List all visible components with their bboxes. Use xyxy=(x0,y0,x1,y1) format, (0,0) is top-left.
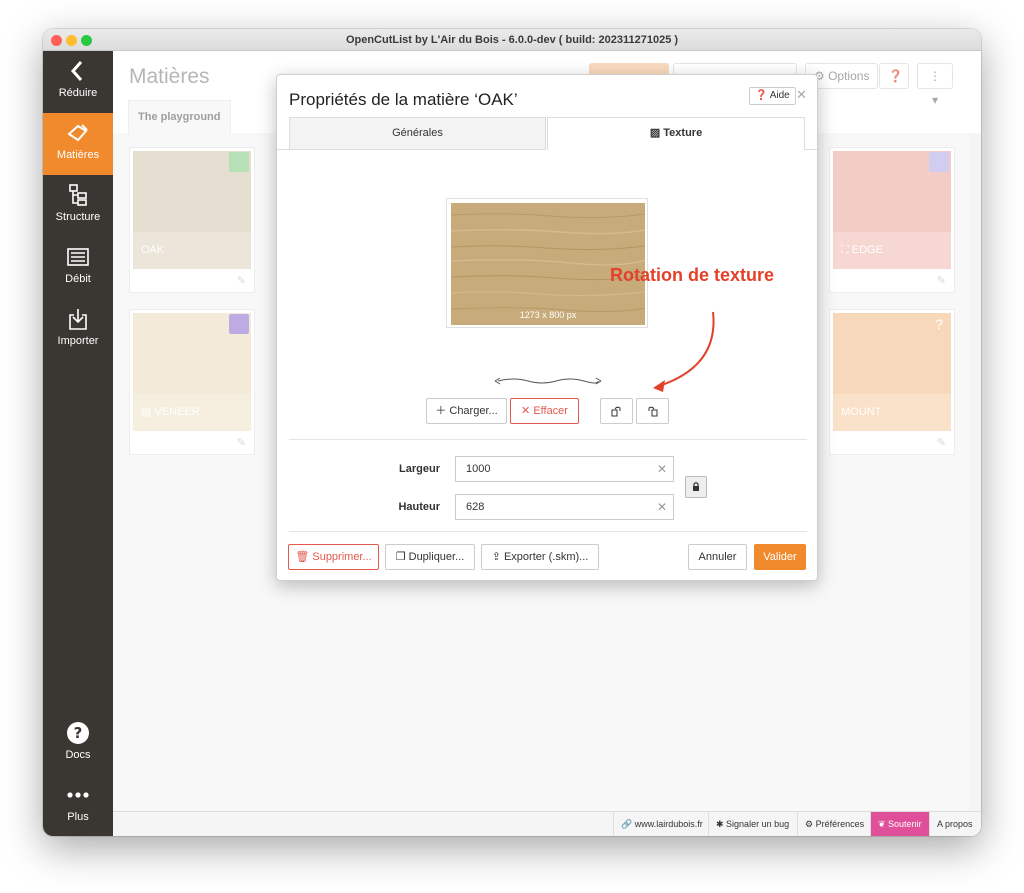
clear-texture-button[interactable]: ✕ Effacer xyxy=(510,398,579,424)
help-icon: ❓ xyxy=(755,90,770,101)
rotate-left-button[interactable] xyxy=(600,398,633,424)
sidebar-item-label: Réduire xyxy=(58,87,98,99)
footer-divider xyxy=(289,531,807,532)
annotation-arrow xyxy=(653,311,715,392)
height-value: 628 xyxy=(466,501,485,513)
sidebar-item-matieres[interactable]: Matières xyxy=(43,113,113,175)
bug-icon: ✱ xyxy=(716,819,727,829)
sidebar: Réduire Matières Structure Débit Importe… xyxy=(43,51,113,836)
sidebar-item-docs[interactable]: ? Docs xyxy=(43,713,113,775)
preferences-label: Préférences xyxy=(815,819,865,829)
support-button[interactable]: ❦ Soutenir xyxy=(870,812,929,836)
link-icon: 🔗 xyxy=(621,819,635,829)
help-label: Aide xyxy=(769,90,790,101)
sidebar-item-label: Structure xyxy=(55,211,101,223)
delete-label: Supprimer... xyxy=(312,551,372,563)
ok-button[interactable]: Valider xyxy=(754,544,806,570)
width-label: Largeur xyxy=(399,463,440,475)
wood-grain-pattern xyxy=(451,203,645,325)
texture-preview: 1273 x 800 px xyxy=(446,198,648,328)
trash-icon: 🗑 xyxy=(295,551,313,563)
support-label: Soutenir xyxy=(888,819,922,829)
clear-label: Effacer xyxy=(533,405,568,417)
title-bar: OpenCutList by L'Air du Bois - 6.0.0-dev… xyxy=(43,29,981,51)
width-value: 1000 xyxy=(466,463,491,475)
height-input[interactable]: 628 ✕ xyxy=(455,494,674,520)
clear-field-icon[interactable]: ✕ xyxy=(657,495,667,519)
sidebar-item-reduire[interactable]: Réduire xyxy=(43,51,113,113)
cutlist-icon xyxy=(67,248,89,266)
zoom-window-icon[interactable] xyxy=(81,35,92,46)
gear-icon: ⚙ xyxy=(805,819,816,829)
chevron-left-icon xyxy=(70,61,83,81)
sidebar-item-label: Importer xyxy=(57,335,99,347)
export-label: Exporter (.skm)... xyxy=(503,551,589,563)
rotate-right-icon xyxy=(648,406,657,417)
tab-texture[interactable]: ▨ Texture xyxy=(547,117,805,150)
duplicate-button[interactable]: ❐ Dupliquer... xyxy=(385,544,475,570)
sidebar-item-debit[interactable]: Débit xyxy=(43,237,113,299)
question-icon: ? xyxy=(67,722,89,744)
preferences-link[interactable]: ⚙ Préférences xyxy=(797,812,871,836)
export-button[interactable]: ⇪ Exporter (.skm)... xyxy=(481,544,599,570)
height-label: Hauteur xyxy=(398,501,440,513)
report-bug-label: Signaler un bug xyxy=(726,819,790,829)
window-title: OpenCutList by L'Air du Bois - 6.0.0-dev… xyxy=(345,34,679,46)
close-icon[interactable]: ✕ xyxy=(796,87,807,103)
more-icon xyxy=(67,792,89,798)
status-bar: 🔗 www.lairdubois.fr ✱ Signaler un bug ⚙ … xyxy=(113,811,981,836)
material-properties-dialog: Propriétés de la matière ‘OAK’ ❓ Aide ✕ … xyxy=(276,74,818,581)
tab-line xyxy=(805,149,817,150)
ratio-lock-button[interactable] xyxy=(685,476,707,498)
cancel-button[interactable]: Annuler xyxy=(688,544,747,570)
minimize-window-icon[interactable] xyxy=(66,35,77,46)
clear-field-icon[interactable]: ✕ xyxy=(657,457,667,481)
heart-icon: ❦ xyxy=(878,819,889,829)
about-link[interactable]: A propos xyxy=(929,812,980,836)
tab-line xyxy=(277,149,289,150)
export-icon: ⇪ xyxy=(491,551,504,563)
sidebar-item-label: Matières xyxy=(56,149,100,161)
report-bug-link[interactable]: ✱ Signaler un bug xyxy=(708,812,796,836)
sidebar-item-label: Docs xyxy=(65,749,91,761)
import-icon xyxy=(69,309,87,330)
delete-button[interactable]: 🗑 Supprimer... xyxy=(288,544,379,570)
x-icon: ✕ xyxy=(521,405,534,417)
tab-texture-label: Texture xyxy=(663,127,703,139)
duplicate-label: Dupliquer... xyxy=(408,551,465,563)
rotate-right-button[interactable] xyxy=(636,398,669,424)
close-window-icon[interactable] xyxy=(51,35,62,46)
lock-icon xyxy=(693,482,699,491)
texture-width-indicator xyxy=(494,377,602,385)
texture-image: 1273 x 800 px xyxy=(451,203,645,325)
svg-text:?: ? xyxy=(74,724,83,742)
sidebar-item-importer[interactable]: Importer xyxy=(43,299,113,361)
copy-icon: ❐ xyxy=(395,551,409,563)
load-texture-button[interactable]: ＋ Charger... xyxy=(426,398,507,424)
sidebar-item-structure[interactable]: Structure xyxy=(43,175,113,237)
website-label: www.lairdubois.fr xyxy=(634,819,703,829)
dialog-title: Propriétés de la matière ‘OAK’ xyxy=(289,90,518,109)
annotation-label: Rotation de texture xyxy=(610,265,775,285)
load-label: Charger... xyxy=(449,405,498,417)
sidebar-item-label: Plus xyxy=(67,811,89,823)
rotate-left-icon xyxy=(611,406,620,417)
section-divider xyxy=(289,439,807,440)
texture-icon: ▨ xyxy=(649,127,664,139)
materials-icon xyxy=(67,124,88,142)
sidebar-item-label: Débit xyxy=(65,273,91,285)
help-button[interactable]: ❓ Aide xyxy=(749,87,796,105)
website-link[interactable]: 🔗 www.lairdubois.fr xyxy=(613,812,710,836)
tab-generales[interactable]: Générales xyxy=(289,117,546,150)
texture-dimensions: 1273 x 800 px xyxy=(519,310,577,320)
plus-icon: ＋ xyxy=(435,405,450,417)
width-input[interactable]: 1000 ✕ xyxy=(455,456,674,482)
sidebar-item-plus[interactable]: Plus xyxy=(43,775,113,836)
structure-icon xyxy=(69,184,87,206)
